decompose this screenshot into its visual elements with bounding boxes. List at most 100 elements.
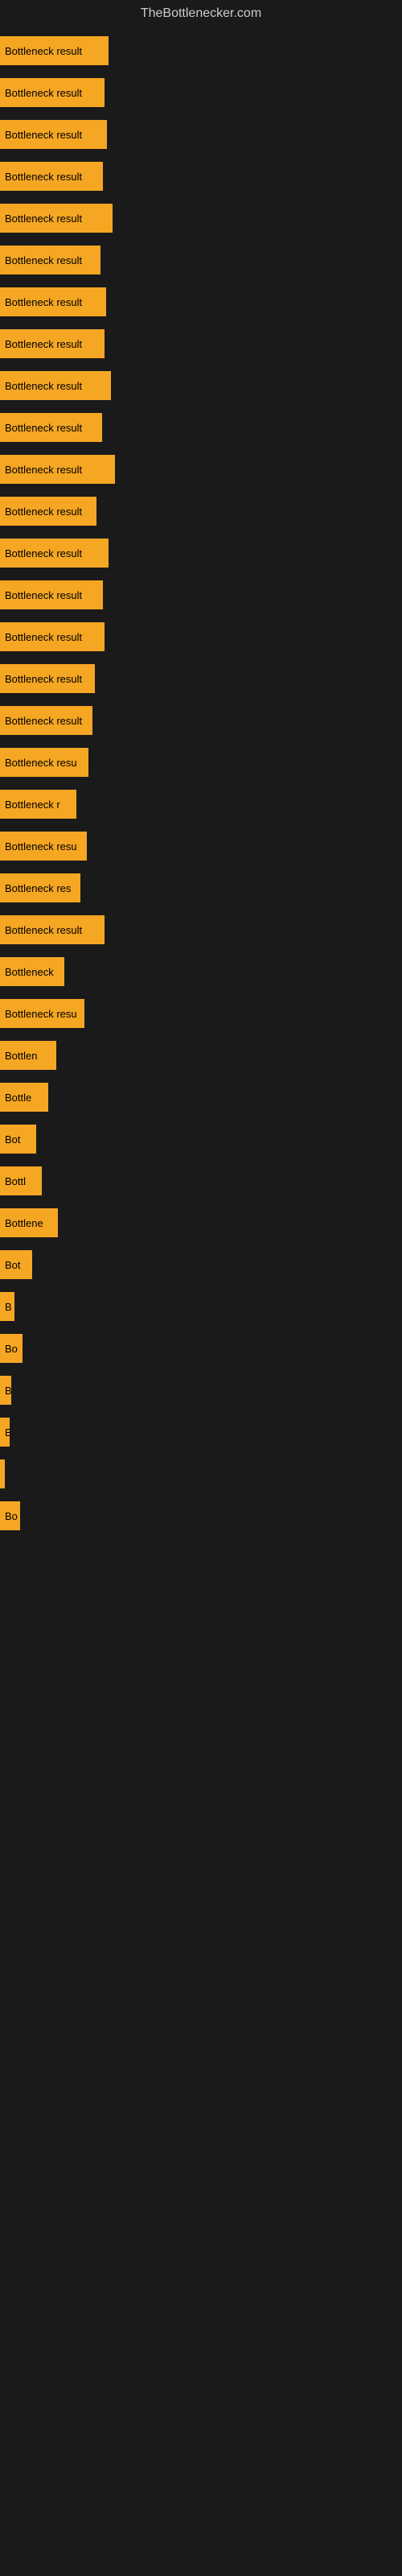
bar-label: Bottleneck result [5, 129, 82, 141]
bar-fill: Bottleneck result [0, 371, 111, 400]
bar-label: Bottleneck result [5, 464, 82, 476]
list-item: Bottleneck result [0, 200, 402, 237]
bar-fill: Bottleneck result [0, 539, 109, 568]
list-item: Bottleneck result [0, 535, 402, 572]
list-item: Bot [0, 1246, 402, 1283]
bar-label: Bot [5, 1259, 21, 1271]
bar-label: Bottleneck result [5, 547, 82, 559]
bar-fill: Bottleneck result [0, 622, 105, 651]
bar-fill: Bottleneck resu [0, 748, 88, 777]
bar-label: Bottleneck result [5, 715, 82, 727]
list-item: B [0, 1372, 402, 1409]
list-item: Bot [0, 1121, 402, 1158]
list-item: Bottleneck result [0, 493, 402, 530]
bar-label: Bottleneck res [5, 882, 71, 894]
list-item: Bottleneck r [0, 786, 402, 823]
bar-fill: Bottleneck result [0, 246, 100, 275]
list-item: Bottleneck result [0, 325, 402, 362]
bar-label: Bottleneck result [5, 87, 82, 99]
bar-fill: Bot [0, 1125, 36, 1154]
list-item: Bottleneck res [0, 869, 402, 906]
bar-fill [0, 1459, 5, 1488]
bar-fill: Bottleneck result [0, 36, 109, 65]
bar-label: Bottleneck resu [5, 1008, 77, 1020]
bar-fill: B [0, 1292, 14, 1321]
bar-fill: Bottle [0, 1083, 48, 1112]
bar-label: Bottleneck result [5, 422, 82, 434]
bar-label: Bottleneck result [5, 45, 82, 57]
list-item: Bottleneck result [0, 283, 402, 320]
bar-label: B [5, 1301, 12, 1313]
bar-fill: Bottleneck result [0, 78, 105, 107]
bar-label: Bottl [5, 1175, 26, 1187]
list-item: Bottleneck result [0, 576, 402, 613]
list-item: Bottle [0, 1079, 402, 1116]
bar-fill: Bottleneck result [0, 706, 92, 735]
list-item: Bo [0, 1330, 402, 1367]
list-item: Bottleneck result [0, 367, 402, 404]
bar-fill: Bottleneck result [0, 497, 96, 526]
bar-label: Bottleneck result [5, 673, 82, 685]
list-item: Bottleneck result [0, 702, 402, 739]
list-item: Bottleneck result [0, 911, 402, 948]
bar-fill: Bo [0, 1334, 23, 1363]
bar-label: Bot [5, 1133, 21, 1146]
bar-fill: Bottleneck result [0, 162, 103, 191]
list-item: Bottleneck [0, 953, 402, 990]
site-title: TheBottlenecker.com [0, 0, 402, 27]
bar-label: Bottleneck r [5, 799, 60, 811]
list-item [0, 1455, 402, 1492]
bar-fill: Bottl [0, 1166, 42, 1195]
list-item: B [0, 1288, 402, 1325]
bar-fill: Bot [0, 1250, 32, 1279]
list-item: Bo [0, 1497, 402, 1534]
bar-fill: Bottleneck result [0, 204, 113, 233]
bar-fill: B [0, 1376, 11, 1405]
list-item: Bottleneck resu [0, 744, 402, 781]
bar-label: Bottleneck result [5, 924, 82, 936]
list-item: Bottlene [0, 1204, 402, 1241]
bar-fill: Bottlen [0, 1041, 56, 1070]
bar-label: Bottleneck resu [5, 840, 77, 852]
bar-label: Bottleneck result [5, 171, 82, 183]
bar-fill: Bottleneck result [0, 287, 106, 316]
bar-label: Bo [5, 1510, 18, 1522]
bar-label: Bottlene [5, 1217, 43, 1229]
bar-label: Bottleneck result [5, 296, 82, 308]
bar-fill: Bottleneck result [0, 580, 103, 609]
bar-label: Bottleneck result [5, 254, 82, 266]
bar-fill: Bottleneck result [0, 455, 115, 484]
bar-fill: Bottleneck res [0, 873, 80, 902]
bar-label: Bottlen [5, 1050, 37, 1062]
bar-label: Bottleneck result [5, 380, 82, 392]
list-item: B [0, 1414, 402, 1451]
bar-fill: Bottleneck result [0, 915, 105, 944]
bar-label: Bottleneck result [5, 589, 82, 601]
bar-fill: Bottleneck result [0, 664, 95, 693]
list-item: Bottleneck result [0, 158, 402, 195]
bar-fill: Bottleneck r [0, 790, 76, 819]
bar-label: Bottleneck result [5, 631, 82, 643]
list-item: Bottleneck result [0, 660, 402, 697]
bars-container: Bottleneck result Bottleneck result Bottle… [0, 32, 402, 1534]
bar-label: Bottleneck result [5, 338, 82, 350]
bar-fill: Bottleneck resu [0, 999, 84, 1028]
bar-fill: Bottleneck resu [0, 832, 87, 861]
list-item: Bottleneck resu [0, 828, 402, 865]
bar-fill: Bottlene [0, 1208, 58, 1237]
list-item: Bottleneck result [0, 451, 402, 488]
list-item: Bottleneck result [0, 618, 402, 655]
list-item: Bottleneck result [0, 32, 402, 69]
bar-label: Bottleneck resu [5, 757, 77, 769]
bar-fill: Bo [0, 1501, 20, 1530]
list-item: Bottleneck result [0, 74, 402, 111]
list-item: Bottleneck result [0, 116, 402, 153]
bar-label: Bottleneck [5, 966, 54, 978]
list-item: Bottleneck resu [0, 995, 402, 1032]
bar-label: B [5, 1385, 11, 1397]
bar-label: B [5, 1426, 10, 1439]
bar-fill: Bottleneck [0, 957, 64, 986]
bar-fill: Bottleneck result [0, 120, 107, 149]
list-item: Bottlen [0, 1037, 402, 1074]
bar-fill: Bottleneck result [0, 329, 105, 358]
